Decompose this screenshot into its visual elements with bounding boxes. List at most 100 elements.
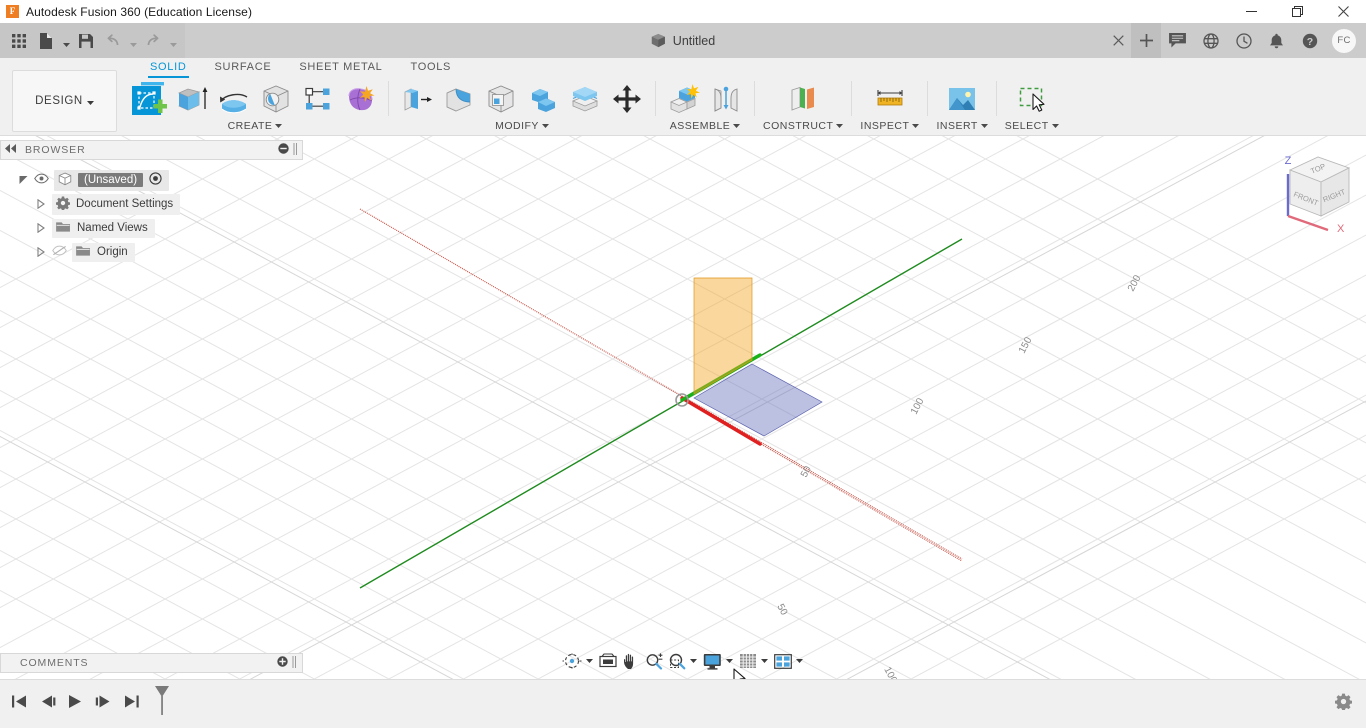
tree-node-unsaved[interactable]: (Unsaved)	[54, 169, 170, 191]
fillet-button[interactable]	[439, 79, 479, 119]
gear-icon	[1334, 693, 1352, 710]
tree-node-named-views[interactable]: Named Views	[52, 218, 155, 238]
new-component-button[interactable]	[664, 79, 704, 119]
new-file-icon[interactable]	[33, 27, 59, 55]
panel-resize-handle[interactable]	[292, 655, 297, 671]
minimize-button[interactable]	[1228, 0, 1274, 23]
insert-canvas-button[interactable]	[942, 79, 982, 119]
redo-dropdown-caret[interactable]	[167, 27, 179, 55]
comments-panel[interactable]: COMMENTS	[0, 653, 303, 673]
minus-circle-icon[interactable]	[278, 143, 289, 157]
revolve-button[interactable]	[214, 79, 254, 119]
display-settings-dropdown-caret[interactable]	[725, 658, 736, 665]
press-pull-button[interactable]	[397, 79, 437, 119]
ribbon-tab-solid[interactable]: SOLID	[136, 58, 201, 78]
collapse-left-icon[interactable]	[5, 144, 18, 156]
close-button[interactable]	[1320, 0, 1366, 23]
move-copy-button[interactable]	[607, 79, 647, 119]
expand-arrow-icon[interactable]	[36, 247, 47, 258]
panel-resize-handle[interactable]	[293, 142, 298, 158]
app-grid-icon[interactable]	[6, 27, 32, 55]
viewports-button[interactable]	[772, 649, 794, 673]
panel-construct-title[interactable]: CONSTRUCT	[763, 120, 844, 132]
measure-button[interactable]	[870, 79, 910, 119]
panel-inspect-title[interactable]: INSPECT	[860, 120, 920, 132]
browser-header[interactable]: BROWSER	[0, 140, 303, 160]
notification-bell-icon[interactable]	[1260, 23, 1293, 58]
orbit-dropdown-caret[interactable]	[585, 658, 596, 665]
panel-select-title[interactable]: SELECT	[1005, 120, 1059, 132]
extrude-button[interactable]	[172, 79, 212, 119]
tree-node-document-settings[interactable]: Document Settings	[52, 193, 181, 215]
zoom-window-dropdown-caret[interactable]	[689, 658, 700, 665]
globe-icon[interactable]	[1194, 23, 1227, 58]
viewports-dropdown-caret[interactable]	[795, 658, 806, 665]
maximize-button[interactable]	[1274, 0, 1320, 23]
document-tab[interactable]: Untitled	[636, 23, 730, 58]
ribbon-tab-surface[interactable]: SURFACE	[201, 58, 286, 77]
panel-create-title[interactable]: CREATE	[228, 120, 283, 132]
ribbon-tab-sheet-metal[interactable]: SHEET METAL	[285, 58, 396, 77]
plus-circle-icon[interactable]	[277, 656, 288, 670]
zoom-window-button[interactable]	[666, 649, 688, 673]
go-to-beginning-button[interactable]	[6, 688, 32, 716]
undo-icon[interactable]	[100, 27, 126, 55]
document-tab-close-icon[interactable]	[1105, 23, 1131, 58]
expand-arrow-icon[interactable]	[36, 199, 47, 210]
visibility-eye-off-icon[interactable]	[52, 245, 67, 259]
panel-assemble-label: ASSEMBLE	[669, 120, 731, 132]
panel-modify-title[interactable]: MODIFY	[495, 120, 549, 132]
expand-arrow-icon[interactable]	[18, 175, 29, 186]
visibility-eye-icon[interactable]	[34, 173, 49, 187]
rib-button[interactable]	[298, 79, 338, 119]
new-tab-button[interactable]	[1131, 23, 1161, 58]
combine-button[interactable]	[523, 79, 563, 119]
tree-node-origin[interactable]: Origin	[72, 242, 135, 262]
panel-modify-label: MODIFY	[495, 120, 539, 132]
tree-row-unsaved[interactable]: (Unsaved)	[0, 168, 303, 192]
tree-row-document-settings[interactable]: Document Settings	[0, 192, 303, 216]
joint-button[interactable]	[706, 79, 746, 119]
zoom-button[interactable]	[643, 649, 665, 673]
workspace-selector[interactable]: DESIGN	[12, 70, 117, 132]
chevron-down-icon	[980, 122, 988, 130]
panel-divider	[851, 81, 853, 116]
pan-button[interactable]	[620, 649, 642, 673]
activate-component-radio[interactable]	[149, 172, 162, 188]
tree-row-origin[interactable]: Origin	[0, 240, 303, 264]
panel-assemble-title[interactable]: ASSEMBLE	[670, 120, 741, 132]
comments-title: COMMENTS	[20, 657, 89, 669]
select-button[interactable]	[1012, 79, 1052, 119]
ribbon-tab-tools[interactable]: TOOLS	[396, 58, 465, 77]
hole-button[interactable]	[256, 79, 296, 119]
recent-clock-icon[interactable]	[1227, 23, 1260, 58]
expand-arrow-icon[interactable]	[36, 223, 47, 234]
new-file-dropdown-caret[interactable]	[60, 27, 72, 55]
save-icon[interactable]	[73, 27, 99, 55]
view-cube[interactable]: Z X TOP FRONT RIGHT	[1270, 140, 1356, 235]
undo-dropdown-caret[interactable]	[127, 27, 139, 55]
grid-snaps-dropdown-caret[interactable]	[760, 658, 771, 665]
step-back-button[interactable]	[34, 688, 60, 716]
timeline-marker[interactable]	[152, 684, 172, 719]
step-forward-button[interactable]	[90, 688, 116, 716]
panel-divider	[754, 81, 755, 116]
look-at-button[interactable]	[597, 649, 619, 673]
settings-button[interactable]	[1328, 687, 1358, 717]
shell-button[interactable]	[481, 79, 521, 119]
offset-plane-button[interactable]	[783, 79, 823, 119]
comment-icon[interactable]	[1161, 23, 1194, 58]
split-face-button[interactable]	[565, 79, 605, 119]
display-settings-button[interactable]	[701, 649, 724, 673]
go-to-end-button[interactable]	[118, 688, 144, 716]
create-form-button[interactable]	[340, 79, 380, 119]
panel-insert-title[interactable]: INSERT	[936, 120, 988, 132]
redo-icon[interactable]	[140, 27, 166, 55]
create-sketch-button[interactable]	[130, 79, 170, 119]
help-icon[interactable]: ?	[1293, 23, 1326, 58]
orbit-button[interactable]	[560, 649, 584, 673]
viewport-canvas[interactable]: 200 150 100 50 50 100 150 200 BROWSER	[0, 136, 1366, 679]
avatar[interactable]: FC	[1332, 28, 1356, 53]
tree-row-named-views[interactable]: Named Views	[0, 216, 303, 240]
play-button[interactable]	[62, 688, 88, 716]
